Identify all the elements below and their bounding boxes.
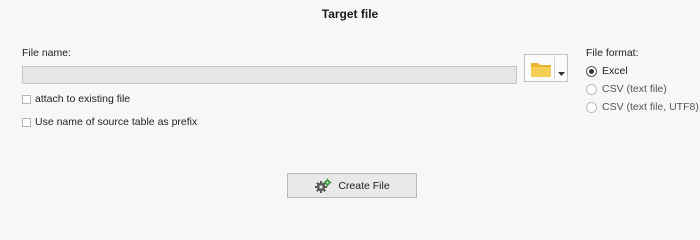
format-option-label: CSV (text file) <box>602 83 667 95</box>
radio-csv[interactable] <box>586 83 597 95</box>
file-name-input[interactable] <box>22 66 517 84</box>
format-option-label: Excel <box>602 65 628 77</box>
format-option-csv-utf8[interactable]: CSV (text file, UTF8) <box>586 100 699 114</box>
prefix-checkbox-row[interactable]: Use name of source table as prefix <box>22 115 197 129</box>
button-divider <box>554 57 555 79</box>
create-file-button[interactable]: Create File <box>287 173 417 198</box>
gears-icon <box>314 178 332 194</box>
chevron-down-icon[interactable] <box>558 64 565 82</box>
attach-existing-checkbox-row[interactable]: attach to existing file <box>22 92 130 106</box>
radio-excel[interactable] <box>586 65 597 77</box>
folder-icon <box>530 60 552 83</box>
file-name-label: File name: <box>22 47 72 59</box>
format-option-label: CSV (text file, UTF8) <box>602 101 699 113</box>
radio-csv-utf8[interactable] <box>586 101 597 113</box>
create-file-label: Create File <box>338 179 390 192</box>
format-option-csv[interactable]: CSV (text file) <box>586 82 667 96</box>
attach-existing-label: attach to existing file <box>35 93 131 105</box>
prefix-label: Use name of source table as prefix <box>35 116 198 128</box>
dialog-title: Target file <box>321 7 379 21</box>
file-format-label: File format: <box>586 47 639 59</box>
prefix-checkbox[interactable] <box>22 117 31 127</box>
browse-folder-button[interactable] <box>524 54 568 82</box>
format-option-excel[interactable]: Excel <box>586 64 628 78</box>
attach-existing-checkbox[interactable] <box>22 94 31 104</box>
